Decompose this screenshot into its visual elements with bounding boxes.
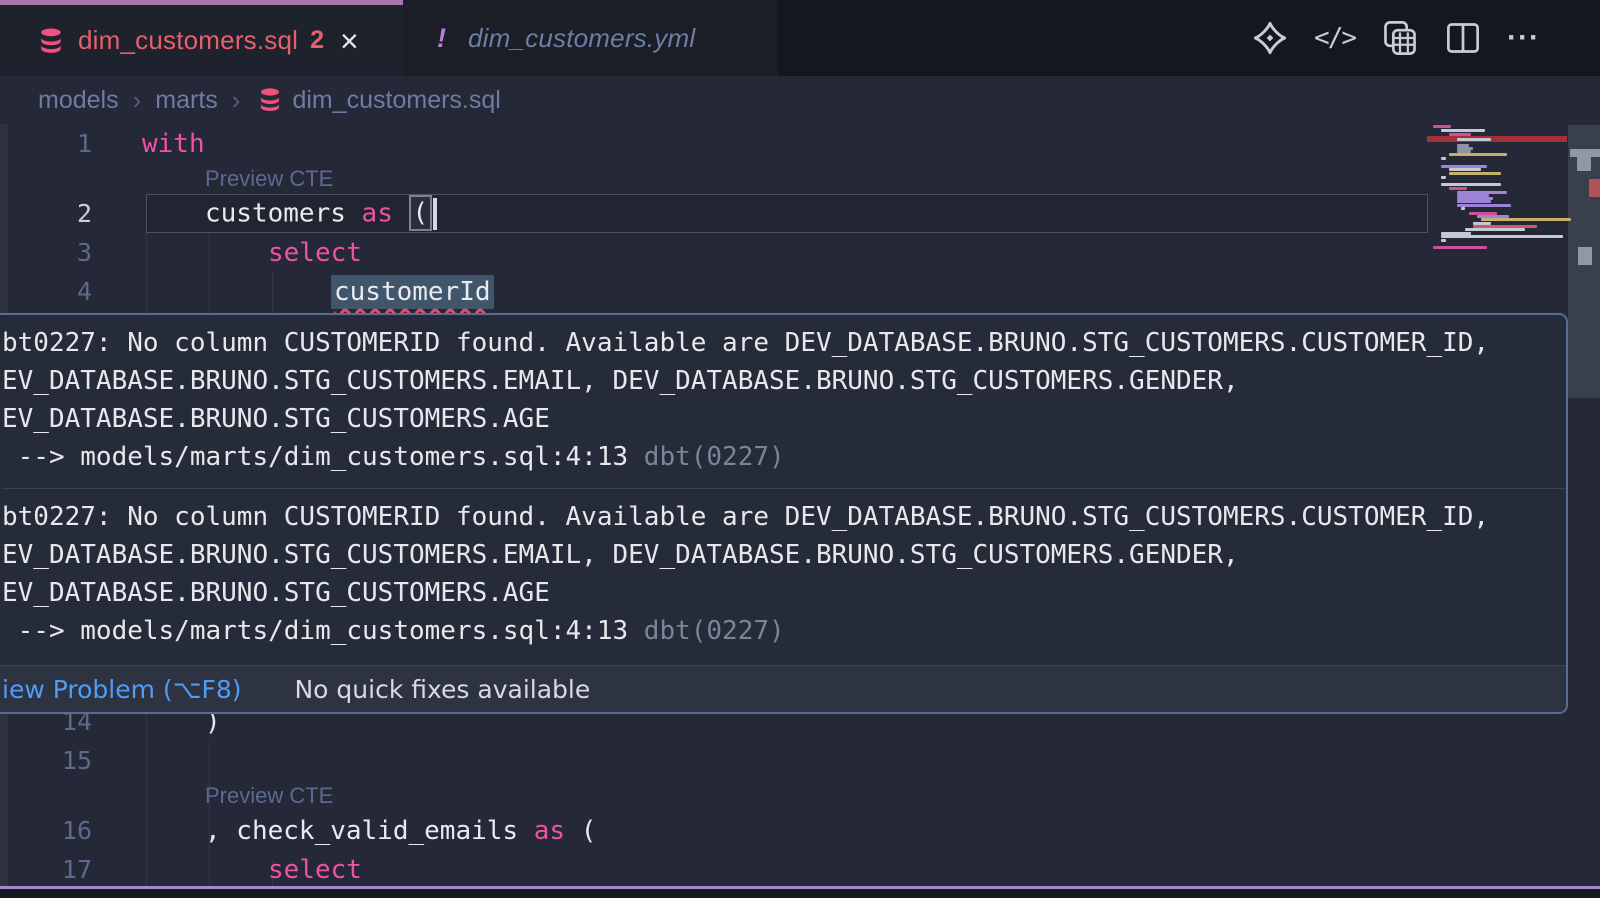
chevron-right-icon: › — [133, 85, 142, 116]
code-lens-row: Preview CTE — [0, 163, 1600, 194]
editor-actions: </> ··· — [1252, 0, 1540, 76]
code-lens-row: Preview CTE — [0, 780, 1600, 811]
code-token: as — [362, 198, 393, 228]
popup-status-bar: iew Problem (⌥F8) No quick fixes availab… — [0, 665, 1566, 712]
problem-message-line: EV_DATABASE.BRUNO.STG_CUSTOMERS.AGE — [2, 400, 1566, 438]
line-number: 15 — [0, 746, 92, 775]
breadcrumb-models[interactable]: models — [38, 86, 119, 115]
tab-title: dim_customers.sql — [78, 25, 298, 56]
problem-message-block: bt0227: No column CUSTOMERID found. Avai… — [2, 315, 1566, 488]
code-line-17[interactable]: 17 select — [0, 850, 1600, 889]
no-quick-fixes-label: No quick fixes available — [294, 675, 590, 704]
breadcrumb-marts[interactable]: marts — [155, 86, 218, 115]
breadcrumb: models › marts › dim_customers.sql — [0, 76, 1600, 124]
code-text: customerId — [142, 277, 494, 307]
problem-location-line: --> models/marts/dim_customers.sql:4:13 … — [2, 612, 1566, 650]
code-token: as — [534, 816, 565, 846]
code-line-4[interactable]: 4 customerId — [0, 272, 1600, 311]
code-text: , check_valid_emails as ( — [142, 816, 596, 846]
window-bottom-edge — [0, 889, 1600, 898]
code-line-15[interactable]: 15 — [0, 741, 1600, 780]
code-lines-top: 1withPreview CTE2customers as (3select4c… — [0, 124, 1600, 311]
line-number: 16 — [0, 816, 92, 845]
problem-message-block: bt0227: No column CUSTOMERID found. Avai… — [2, 489, 1566, 662]
problem-source: dbt(0227) — [628, 616, 785, 646]
code-text: with — [142, 129, 205, 159]
code-line-1[interactable]: 1 with — [0, 124, 1600, 163]
code-token: select — [268, 855, 362, 885]
problem-message-line: EV_DATABASE.BRUNO.STG_CUSTOMERS.EMAIL, D… — [2, 536, 1566, 574]
problem-message-line: EV_DATABASE.BRUNO.STG_CUSTOMERS.AGE — [2, 574, 1566, 612]
compile-code-icon[interactable]: </> — [1314, 18, 1355, 58]
line-number: 1 — [0, 129, 92, 158]
editor-tab-bar: dim_customers.sql 2 × ! dim_customers.ym… — [0, 0, 1600, 76]
line-number: 3 — [0, 238, 92, 267]
code-token: customers — [205, 198, 362, 228]
problem-message-line: bt0227: No column CUSTOMERID found. Avai… — [2, 324, 1566, 362]
code-token: customerId — [331, 275, 494, 309]
database-file-icon — [258, 87, 282, 113]
problem-hover-popup: bt0227: No column CUSTOMERID found. Avai… — [0, 313, 1568, 714]
line-number: 17 — [0, 855, 92, 884]
close-tab-button[interactable]: × — [340, 25, 359, 57]
more-actions-icon[interactable]: ··· — [1507, 18, 1540, 58]
code-text: select — [142, 855, 362, 885]
warning-icon: ! — [437, 23, 446, 54]
split-editor-icon[interactable] — [1445, 18, 1481, 58]
code-line-16[interactable]: 16 , check_valid_emails as ( — [0, 811, 1600, 850]
problem-location-link[interactable]: --> models/marts/dim_customers.sql:4:13 — [2, 616, 628, 646]
code-editor[interactable]: 1withPreview CTE2customers as (3select4c… — [0, 124, 1600, 898]
tab-title: dim_customers.yml — [468, 23, 695, 54]
code-line-2[interactable]: 2 customers as ( — [0, 194, 1600, 233]
tab-dim-customers-yml[interactable]: ! dim_customers.yml — [403, 0, 778, 76]
problem-location-line: --> models/marts/dim_customers.sql:4:13 … — [2, 438, 1566, 476]
dbt-icon[interactable] — [1252, 18, 1288, 58]
problem-message-line: EV_DATABASE.BRUNO.STG_CUSTOMERS.EMAIL, D… — [2, 362, 1566, 400]
code-token: , check_valid_emails — [205, 816, 534, 846]
code-token — [393, 198, 409, 228]
code-token: ( — [409, 195, 433, 231]
line-number: 2 — [0, 199, 92, 228]
problem-messages: bt0227: No column CUSTOMERID found. Avai… — [0, 315, 1566, 662]
code-token: ( — [565, 816, 596, 846]
line-number: 4 — [0, 277, 92, 306]
code-token: select — [268, 238, 362, 268]
tab-dim-customers-sql[interactable]: dim_customers.sql 2 × — [0, 0, 403, 76]
code-text: customers as ( — [142, 198, 437, 230]
vscode-window: dim_customers.sql 2 × ! dim_customers.ym… — [0, 0, 1600, 898]
preview-results-icon[interactable] — [1381, 18, 1419, 58]
code-lines-bottom: 14)15Preview CTE16, check_valid_emails a… — [0, 702, 1600, 889]
database-file-icon — [38, 27, 64, 55]
code-token: with — [142, 129, 205, 159]
preview-cte-link[interactable]: Preview CTE — [205, 166, 333, 192]
problem-location-link[interactable]: --> models/marts/dim_customers.sql:4:13 — [2, 442, 628, 472]
chevron-right-icon: › — [232, 85, 241, 116]
problem-message-line: bt0227: No column CUSTOMERID found. Avai… — [2, 498, 1566, 536]
preview-cte-link[interactable]: Preview CTE — [205, 783, 333, 809]
breadcrumb-file[interactable]: dim_customers.sql — [292, 86, 500, 115]
text-cursor — [433, 198, 437, 230]
code-text: select — [142, 238, 362, 268]
problem-source: dbt(0227) — [628, 442, 785, 472]
tab-problem-count: 2 — [310, 26, 324, 55]
view-problem-link[interactable]: iew Problem (⌥F8) — [2, 675, 241, 704]
code-line-3[interactable]: 3 select — [0, 233, 1600, 272]
